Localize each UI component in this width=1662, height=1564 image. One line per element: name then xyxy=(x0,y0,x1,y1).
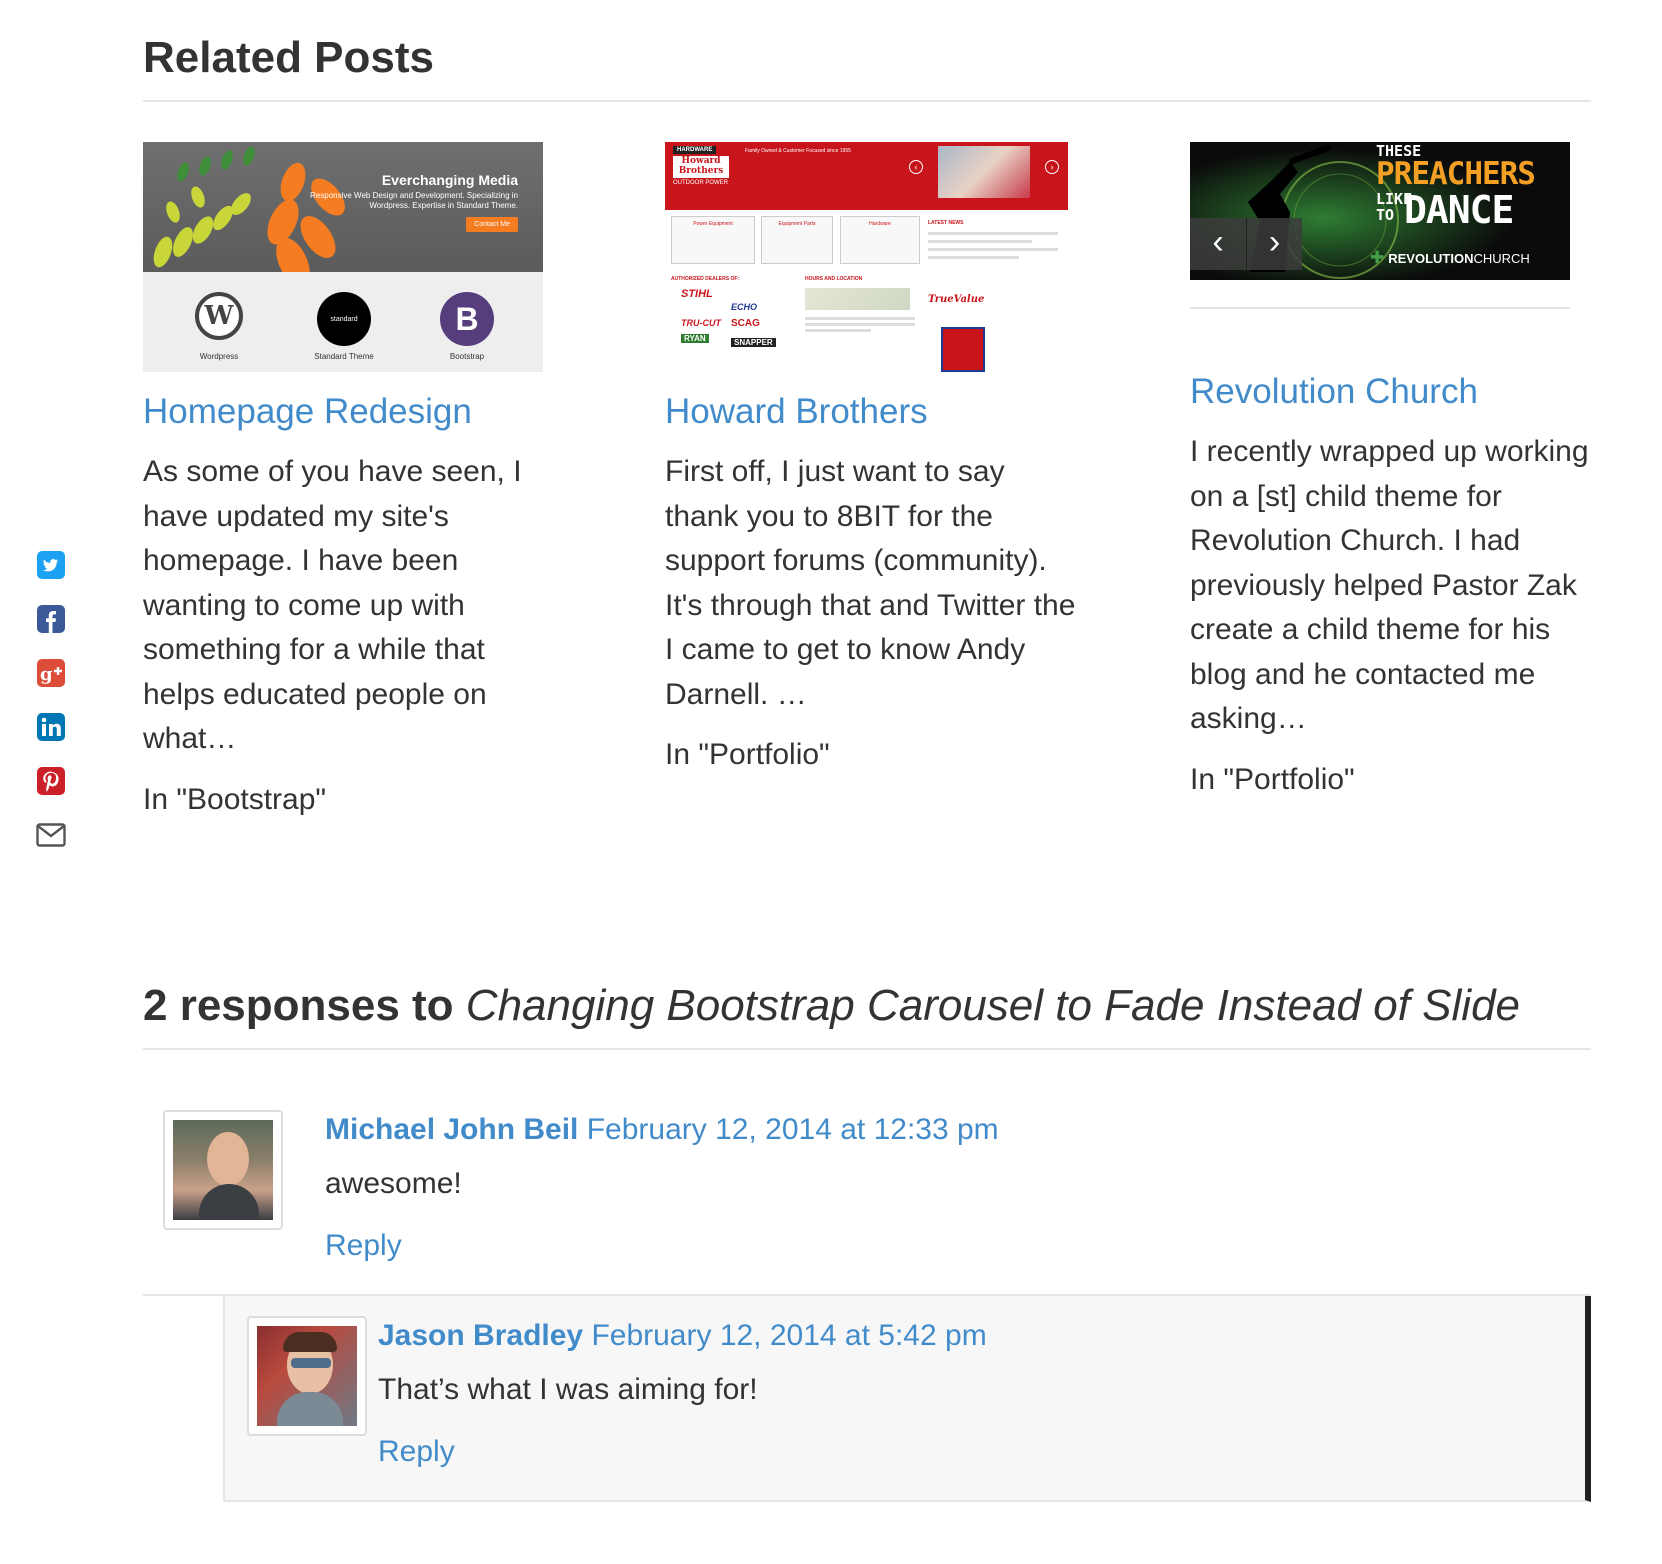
carousel-prev-button[interactable]: ‹ xyxy=(1190,218,1246,270)
sunglasses-icon xyxy=(291,1358,331,1368)
pinterest-share-button[interactable] xyxy=(36,766,66,796)
contact-me-button: Contact Me xyxy=(466,217,518,232)
comment-text: awesome! xyxy=(325,1167,462,1200)
comment: Michael John Beil February 12, 2014 at 1… xyxy=(163,1110,1591,1294)
howard-sign xyxy=(941,327,985,372)
twitter-share-button[interactable] xyxy=(36,550,66,580)
comment-meta: Jason Bradley February 12, 2014 at 5:42 … xyxy=(378,1316,1447,1356)
related-post-category: In "Portfolio" xyxy=(665,738,830,771)
thumb-divider xyxy=(1190,307,1570,309)
linkedin-icon xyxy=(37,713,65,741)
svg-text:g: g xyxy=(40,664,53,685)
responses-post-title: Changing Bootstrap Carousel to Fade Inst… xyxy=(465,981,1521,1030)
related-post-title[interactable]: Homepage Redesign xyxy=(143,392,553,432)
logo-label-wordpress: Wordpress xyxy=(199,352,239,361)
reply-link[interactable]: Reply xyxy=(378,1432,455,1472)
linkedin-share-button[interactable] xyxy=(36,712,66,742)
facebook-share-button[interactable] xyxy=(36,604,66,634)
reply-link[interactable]: Reply xyxy=(325,1226,402,1266)
related-post-excerpt: I recently wrapped up working on a [st] … xyxy=(1190,435,1589,735)
revolution-logo: ✚ REVOLUTION CHURCH xyxy=(1370,248,1530,267)
comment-author[interactable]: Michael John Beil xyxy=(325,1113,578,1146)
comment-date[interactable]: February 12, 2014 at 5:42 pm xyxy=(591,1319,986,1352)
related-post-revolution-church: THESE PREACHERS LIKE TO DANCE ✚ REVOLUTI… xyxy=(1190,142,1595,800)
banner-text: Responsive Web Design and Development. S… xyxy=(310,191,518,210)
facebook-icon xyxy=(37,605,65,633)
related-post-title[interactable]: Revolution Church xyxy=(1190,372,1595,412)
chevron-left-icon: ‹ xyxy=(1212,223,1224,261)
thumb-line-3b: TO xyxy=(1376,206,1395,224)
logo-label-bootstrap: Bootstrap xyxy=(449,352,485,361)
bootstrap-icon: B xyxy=(440,292,494,346)
standard-theme-icon: standard xyxy=(317,292,371,346)
slider-next-icon: › xyxy=(1045,160,1059,174)
chevron-right-icon: › xyxy=(1268,223,1281,261)
site-header-strip: HARDWARE Howard Brothers OUTDOOR POWER F… xyxy=(665,142,1068,210)
banner-area: Everchanging Media Responsive Web Design… xyxy=(143,142,543,272)
email-share-button[interactable] xyxy=(36,820,66,850)
avatar xyxy=(247,1316,367,1436)
related-post-title[interactable]: Howard Brothers xyxy=(665,392,1085,432)
share-bar: g xyxy=(36,550,72,874)
avatar xyxy=(163,1110,283,1230)
related-post-thumbnail[interactable]: Everchanging Media Responsive Web Design… xyxy=(143,142,543,372)
banner-title: Everchanging Media xyxy=(381,172,518,188)
twitter-icon xyxy=(37,551,65,579)
responses-count: 2 responses to xyxy=(143,981,454,1030)
thumb-line-3c: DANCE xyxy=(1404,188,1514,232)
related-post-howard-brothers: HARDWARE Howard Brothers OUTDOOR POWER F… xyxy=(665,142,1085,775)
comment-date[interactable]: February 12, 2014 at 12:33 pm xyxy=(587,1113,999,1146)
google-plus-share-button[interactable]: g xyxy=(36,658,66,688)
related-posts-heading: Related Posts xyxy=(143,28,1591,102)
comment-meta: Michael John Beil February 12, 2014 at 1… xyxy=(325,1110,1591,1150)
logo-label-standard: Standard Theme xyxy=(314,352,374,361)
related-post-thumbnail[interactable]: THESE PREACHERS LIKE TO DANCE ✚ REVOLUTI… xyxy=(1190,142,1570,280)
comment-reply-thread: Jason Bradley February 12, 2014 at 5:42 … xyxy=(223,1296,1591,1502)
related-post-excerpt: As some of you have seen, I have updated… xyxy=(143,455,522,755)
staff-photo xyxy=(938,146,1030,198)
plus-icon: ✚ xyxy=(1370,248,1385,267)
comment-author[interactable]: Jason Bradley xyxy=(378,1319,583,1352)
carousel-next-button[interactable]: › xyxy=(1246,218,1302,270)
comment-text: That’s what I was aiming for! xyxy=(378,1373,758,1406)
pinterest-icon xyxy=(37,767,65,795)
responses-heading: 2 responses to Changing Bootstrap Carous… xyxy=(143,980,1591,1050)
related-post-thumbnail[interactable]: HARDWARE Howard Brothers OUTDOOR POWER F… xyxy=(665,142,1068,372)
howard-logo: Howard Brothers xyxy=(673,156,729,178)
logo-strip: W standard B Wordpress Standard Theme Bo… xyxy=(143,272,543,372)
email-icon xyxy=(36,823,66,847)
related-post-category: In "Bootstrap" xyxy=(143,782,327,816)
dealer-logos: STIHL ECHO SCAG TRU-CUT SNAPPER RYAN xyxy=(671,288,791,368)
related-post-homepage-redesign: Everchanging Media Responsive Web Design… xyxy=(143,142,553,820)
related-post-category: In "Portfolio" xyxy=(1190,762,1355,796)
google-plus-icon: g xyxy=(37,659,65,687)
related-post-excerpt: First off, I just want to say thank you … xyxy=(665,455,1076,711)
comment: Jason Bradley February 12, 2014 at 5:42 … xyxy=(247,1316,1447,1472)
slider-prev-icon: ‹ xyxy=(909,160,923,174)
related-posts-list: Everchanging Media Responsive Web Design… xyxy=(143,142,1591,892)
map-thumbnail xyxy=(805,288,910,310)
main-content: Related Posts Everchanging Media Respons… xyxy=(143,28,1591,1502)
thumb-line-2: PREACHERS xyxy=(1376,156,1536,192)
wordpress-icon: W xyxy=(195,292,243,340)
